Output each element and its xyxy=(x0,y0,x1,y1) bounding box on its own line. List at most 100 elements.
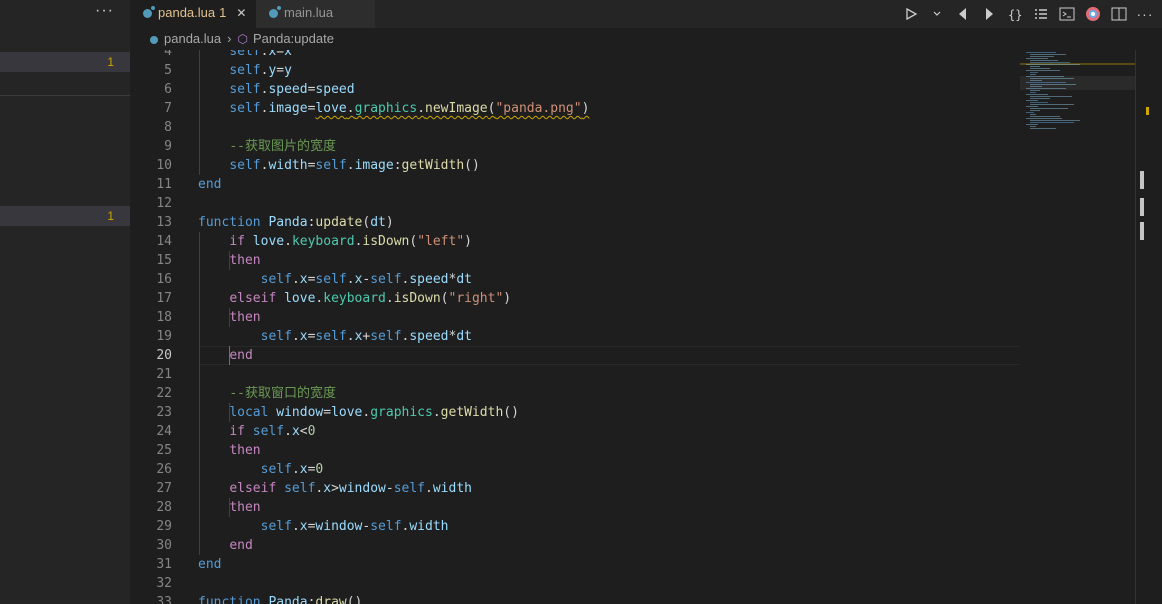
minimap-line xyxy=(1030,126,1036,127)
code-line[interactable]: 23 local window=love.graphics.getWidth() xyxy=(130,403,1020,422)
code-line[interactable]: 28 then xyxy=(130,498,1020,517)
code-line[interactable]: 5 self.y=y xyxy=(130,61,1020,80)
more-icon[interactable]: ··· xyxy=(1136,5,1154,23)
line-number: 5 xyxy=(164,63,172,78)
minimap-line xyxy=(1030,128,1056,129)
chevron-right-icon: › xyxy=(227,31,232,46)
code-line[interactable]: 4 self.x=x xyxy=(130,50,1020,61)
line-number: 27 xyxy=(156,481,172,496)
line-number: 23 xyxy=(156,405,172,420)
code-text: if love.keyboard.isDown("left") xyxy=(229,234,472,249)
code-line[interactable]: 16 self.x=self.x-self.speed*dt xyxy=(130,270,1020,289)
line-number: 26 xyxy=(156,462,172,477)
sidebar-divider xyxy=(0,95,130,96)
line-number: 4 xyxy=(164,50,172,59)
code-text: self.image=love.graphics.newImage("panda… xyxy=(229,101,590,116)
code-line[interactable]: 26 self.x=0 xyxy=(130,460,1020,479)
line-number: 8 xyxy=(164,120,172,135)
code-editor[interactable]: 4 self.x=x 5 self.y=y 6 self.speed=speed 7 … xyxy=(130,50,1020,604)
go-back-icon[interactable] xyxy=(954,5,972,23)
minimap-line xyxy=(1030,122,1074,123)
code-line[interactable]: 29 self.x=window-self.width xyxy=(130,517,1020,536)
minimap[interactable] xyxy=(1020,50,1135,604)
code-line[interactable]: 31 end xyxy=(130,555,1020,574)
minimap-line xyxy=(1030,104,1074,105)
code-line[interactable]: 27 elseif self.x>window-self.width xyxy=(130,479,1020,498)
code-text: self.x=window-self.width xyxy=(260,519,449,534)
minimap-line xyxy=(1030,62,1070,63)
minimap-line xyxy=(1030,108,1068,109)
close-icon[interactable]: ✕ xyxy=(236,6,246,20)
minimap-line xyxy=(1030,68,1050,69)
code-line[interactable]: 30 end xyxy=(130,536,1020,555)
code-line[interactable]: 33 function Panda:draw() xyxy=(130,593,1020,604)
minimap-line xyxy=(1030,92,1036,93)
minimap-line xyxy=(1030,90,1040,91)
code-line[interactable]: 14 if love.keyboard.isDown("left") xyxy=(130,232,1020,251)
code-line[interactable]: 7 self.image=love.graphics.newImage("pan… xyxy=(130,99,1020,118)
more-actions-icon[interactable]: ··· xyxy=(95,2,114,20)
minimap-line xyxy=(1026,112,1034,113)
breadcrumb-symbol[interactable]: Panda:update xyxy=(253,31,334,46)
code-line[interactable]: 6 self.speed=speed xyxy=(130,80,1020,99)
lua-file-icon xyxy=(143,6,155,19)
tab-label: panda.lua xyxy=(158,5,216,20)
tab-main-lua[interactable]: main.lua xyxy=(256,0,376,28)
minimap-line xyxy=(1030,54,1066,55)
code-line[interactable]: 22 --获取窗口的宽度 xyxy=(130,384,1020,403)
vertical-scrollbar[interactable] xyxy=(1135,50,1150,604)
code-line[interactable]: 19 self.x=self.x+self.speed*dt xyxy=(130,327,1020,346)
code-text: --获取窗口的宽度 xyxy=(229,386,336,401)
code-text: self.x=x xyxy=(229,50,292,59)
code-text: end xyxy=(198,177,222,192)
minimap-line xyxy=(1030,74,1036,75)
code-text: self.width=self.image:getWidth() xyxy=(229,158,480,173)
minimap-line xyxy=(1030,66,1040,67)
minimap-line xyxy=(1026,94,1048,95)
code-line[interactable]: 32 xyxy=(130,574,1020,593)
method-icon: ⬡ xyxy=(237,32,248,46)
code-line[interactable]: 24 if self.x<0 xyxy=(130,422,1020,441)
code-line[interactable]: 10 self.width=self.image:getWidth() xyxy=(130,156,1020,175)
list-icon[interactable] xyxy=(1032,5,1050,23)
breadcrumb: panda.lua › ⬡ Panda:update xyxy=(130,28,1162,50)
code-line[interactable]: 12 xyxy=(130,194,1020,213)
terminal-icon[interactable] xyxy=(1058,5,1076,23)
chevron-down-icon[interactable] xyxy=(928,5,946,23)
extension-icon[interactable] xyxy=(1084,5,1102,23)
minimap-line xyxy=(1030,60,1058,61)
tab-panda-lua[interactable]: panda.lua 1 ✕ xyxy=(130,0,256,28)
braces-icon[interactable]: {} xyxy=(1006,5,1024,23)
code-line[interactable]: 18 then xyxy=(130,308,1020,327)
svg-text:{}: {} xyxy=(1008,8,1022,21)
line-number: 18 xyxy=(156,310,172,325)
code-line[interactable]: 11 end xyxy=(130,175,1020,194)
line-number: 22 xyxy=(156,386,172,401)
minimap-line xyxy=(1030,98,1050,99)
code-line[interactable]: 21 xyxy=(130,365,1020,384)
problem-count-badge: 1 xyxy=(107,55,114,69)
code-text: end xyxy=(229,538,253,553)
code-line[interactable]: 9 --获取图片的宽度 xyxy=(130,137,1020,156)
code-line[interactable]: 8 xyxy=(130,118,1020,137)
split-editor-icon[interactable] xyxy=(1110,5,1128,23)
go-forward-icon[interactable] xyxy=(980,5,998,23)
minimap-line xyxy=(1030,72,1038,73)
code-line[interactable]: 17 elseif love.keyboard.isDown("right") xyxy=(130,289,1020,308)
minimap-line xyxy=(1030,86,1042,87)
minimap-line xyxy=(1026,118,1062,119)
code-line[interactable]: 15 then xyxy=(130,251,1020,270)
code-text: end xyxy=(198,557,222,572)
problem-count-badge: 1 xyxy=(219,5,227,20)
minimap-line xyxy=(1026,82,1066,83)
line-number: 25 xyxy=(156,443,172,458)
code-line[interactable]: 20 end xyxy=(130,346,1020,365)
minimap-line xyxy=(1026,76,1064,77)
code-line[interactable]: 25 then xyxy=(130,441,1020,460)
run-icon[interactable] xyxy=(902,5,920,23)
problem-row[interactable]: 1 xyxy=(0,206,130,226)
problem-row[interactable]: 1 xyxy=(0,52,130,72)
line-number: 13 xyxy=(156,215,172,230)
code-line[interactable]: 13 function Panda:update(dt) xyxy=(130,213,1020,232)
breadcrumb-file[interactable]: panda.lua xyxy=(164,31,221,46)
